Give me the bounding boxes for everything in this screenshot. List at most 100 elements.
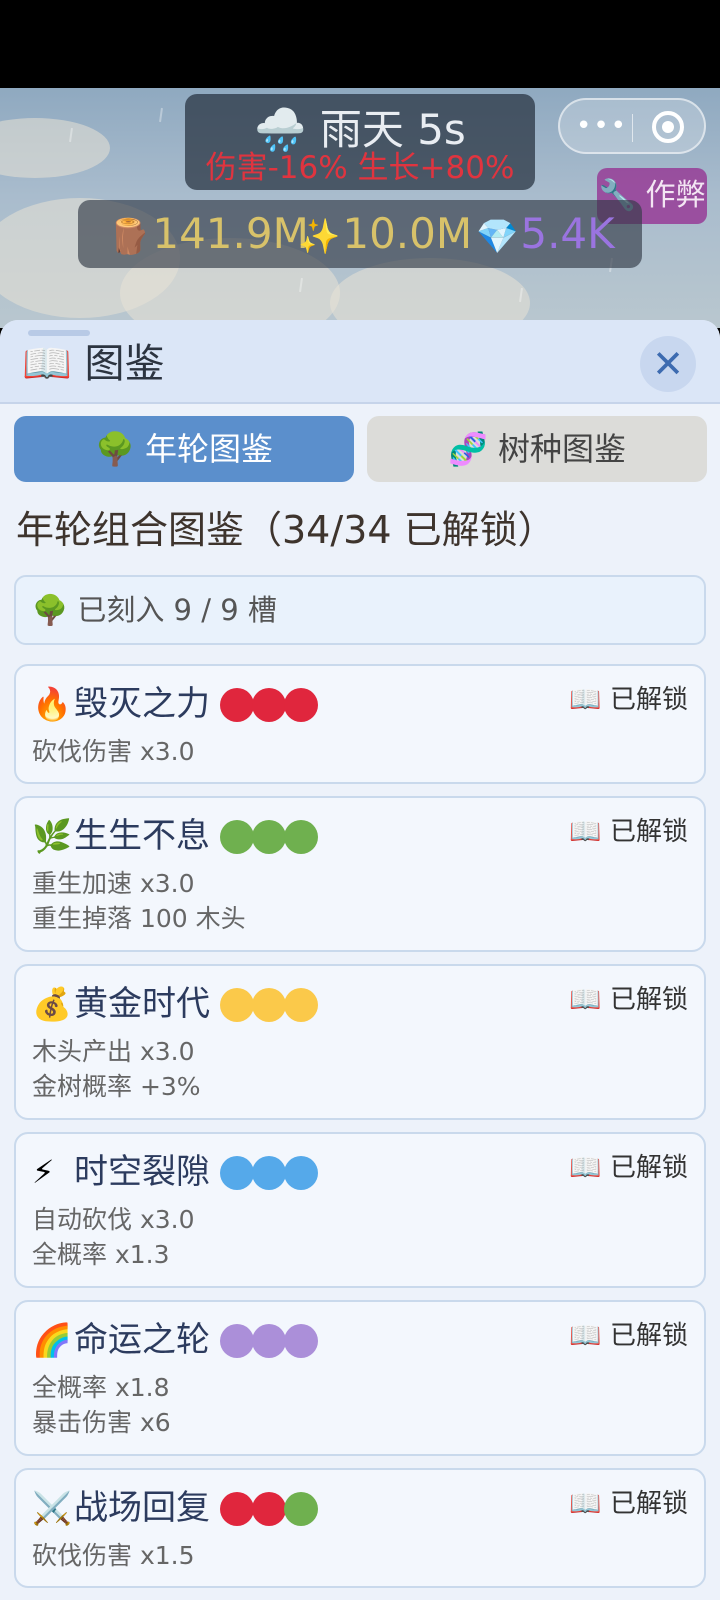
tree-icon: 🌳: [94, 430, 135, 468]
close-button[interactable]: ✕: [640, 336, 696, 392]
combo-effect: 全概率 x1.3: [32, 1240, 170, 1269]
slot-summary: 🌳 已刻入 9 / 9 槽: [14, 575, 706, 645]
unlocked-status: 📖 已解锁: [569, 1153, 688, 1183]
ring-color-dots: [220, 688, 318, 722]
ring-dot-green: [284, 1492, 318, 1526]
ring-dot-yellow: [252, 988, 286, 1022]
ring-color-dots: [220, 988, 318, 1022]
combo-effect: 重生加速 x3.0: [32, 869, 195, 898]
combo-name: 时空裂隙: [74, 1152, 210, 1192]
unlocked-status: 📖 已解锁: [569, 1321, 688, 1351]
weather-indicator: 🌧️ 雨天 5s 伤害-16% 生长+80%: [185, 94, 535, 190]
gem-icon: 💎: [476, 217, 519, 257]
ring-dot-purple: [252, 1324, 286, 1358]
ring-color-dots: [220, 1492, 318, 1526]
combo-effect: 金树概率 +3%: [32, 1072, 201, 1101]
ring-dot-red: [220, 1492, 254, 1526]
combo-icon: ⚡: [32, 1153, 55, 1191]
ring-dot-blue: [252, 1156, 286, 1190]
ring-dot-blue: [284, 1156, 318, 1190]
combo-effect: 自动砍伐 x3.0: [32, 1205, 195, 1234]
ring-dot-green: [252, 820, 286, 854]
combo-effect: 全概率 x1.8: [32, 1373, 170, 1402]
ring-color-dots: [220, 820, 318, 854]
combo-icon: 🌈: [32, 1321, 72, 1359]
combo-effect: 暴击伤害 x6: [32, 1408, 171, 1437]
sparkle-value: 10.0M: [342, 209, 473, 258]
more-icon[interactable]: •••: [576, 113, 628, 139]
combo-card[interactable]: 💰 黄金时代 📖 已解锁 木头产出 x3.0 金树概率 +3%: [14, 964, 706, 1120]
section-title: 年轮组合图鉴（34/34 已解锁）: [16, 508, 556, 552]
status-bar: [0, 0, 720, 88]
ring-dot-green: [284, 820, 318, 854]
combo-effects: 重生加速 x3.0 重生掉落 100 木头: [32, 866, 246, 936]
cheat-button-label: 作弊: [645, 178, 706, 213]
combo-effects: 砍伐伤害 x1.5: [32, 1538, 195, 1573]
resource-gem: 💎5.4K: [476, 200, 615, 268]
combo-effect: 木头产出 x3.0: [32, 1037, 195, 1066]
combo-effect: 重生掉落 100 木头: [32, 904, 246, 933]
book-icon: 📖: [22, 341, 72, 387]
resource-sparkle: ✨10.0M: [298, 200, 472, 268]
unlocked-status: 📖 已解锁: [569, 817, 688, 847]
combo-effect: 砍伐伤害 x1.5: [32, 1541, 195, 1570]
ring-dot-red: [252, 1492, 286, 1526]
combo-effects: 砍伐伤害 x3.0: [32, 734, 195, 769]
sparkle-icon: ✨: [298, 217, 341, 257]
combo-effect: 砍伐伤害 x3.0: [32, 737, 195, 766]
wood-log-icon: 🪵: [108, 217, 151, 257]
wood-value: 141.9M: [152, 209, 309, 258]
cloud: [330, 258, 530, 328]
combo-card[interactable]: 🌿 生生不息 📖 已解锁重生加速 x3.0 重生掉落 100 木头: [14, 796, 706, 952]
capsule-divider: [632, 114, 633, 142]
panel-title-text: 图鉴: [84, 341, 165, 387]
rain-cloud-icon: 🌧️: [254, 105, 307, 154]
ring-dot-red: [252, 688, 286, 722]
resource-bar: 🪵141.9M ✨10.0M 💎5.4K: [78, 200, 642, 268]
combo-card-list: 🔥 毁灭之力 📖 已解锁 砍伐伤害 x3.0 🌿 生生不息 📖 已解锁 重生加速 x3.0 重生…: [14, 664, 706, 1600]
gem-value: 5.4K: [520, 209, 615, 258]
mini-program-capsule: •••: [558, 98, 706, 154]
slot-summary-text: 已刻入 9 / 9 槽: [77, 593, 277, 627]
ring-color-dots: [220, 1324, 318, 1358]
combo-card[interactable]: 🔥 毁灭之力 📖 已解锁砍伐伤害 x3.0: [14, 664, 706, 784]
game-scene: 🌧️ 雨天 5s 伤害-16% 生长+80% ••• 🔧 作弊 🪵141.9M …: [0, 88, 720, 328]
combo-name: 生生不息: [74, 816, 210, 856]
resource-wood: 🪵141.9M: [108, 200, 309, 268]
combo-name: 命运之轮: [74, 1320, 210, 1360]
combo-card[interactable]: ⚡ 时空裂隙 📖 已解锁自动砍伐 x3.0 全概率 x1.3: [14, 1132, 706, 1288]
ring-dot-blue: [220, 1156, 254, 1190]
ring-dot-purple: [220, 1324, 254, 1358]
combo-name: 黄金时代: [74, 984, 210, 1024]
combo-icon: 🔥: [32, 685, 72, 723]
combo-effects: 自动砍伐 x3.0 全概率 x1.3: [32, 1202, 195, 1272]
combo-card[interactable]: ⚔️ 战场回复 📖 已解锁 砍伐伤害 x1.5: [14, 1468, 706, 1588]
panel-title: 📖 图鉴: [22, 336, 165, 392]
ring-dot-purple: [284, 1324, 318, 1358]
ring-dot-yellow: [284, 988, 318, 1022]
close-mini-program-icon[interactable]: [652, 111, 684, 143]
ring-dot-green: [220, 820, 254, 854]
ring-dot-yellow: [220, 988, 254, 1022]
combo-name: 毁灭之力: [74, 684, 210, 724]
combo-icon: 💰: [32, 985, 72, 1023]
ring-color-dots: [220, 1156, 318, 1190]
unlocked-status: 📖 已解锁: [569, 685, 688, 715]
unlocked-status: 📖 已解锁: [569, 1489, 688, 1519]
tab-tree-species-encyclopedia[interactable]: 🧬 树种图鉴: [367, 416, 707, 482]
cloud: [0, 118, 110, 178]
dna-icon: 🧬: [447, 430, 488, 468]
tree-icon: 🌳: [32, 593, 69, 627]
combo-icon: ⚔️: [32, 1489, 72, 1527]
weather-effect: 伤害-16% 生长+80%: [205, 150, 515, 186]
ring-dot-red: [284, 688, 318, 722]
weather-title: 🌧️ 雨天 5s: [185, 106, 535, 154]
combo-effects: 木头产出 x3.0 金树概率 +3%: [32, 1034, 201, 1104]
ring-dot-red: [220, 688, 254, 722]
tab-ring-encyclopedia[interactable]: 🌳 年轮图鉴: [14, 416, 354, 482]
rain-drop: [159, 107, 163, 123]
combo-icon: 🌿: [32, 817, 72, 855]
combo-effects: 全概率 x1.8 暴击伤害 x6: [32, 1370, 171, 1440]
combo-card[interactable]: 🌈 命运之轮 📖 已解锁全概率 x1.8 暴击伤害 x6: [14, 1300, 706, 1456]
tab-label: 年轮图鉴: [145, 430, 274, 468]
